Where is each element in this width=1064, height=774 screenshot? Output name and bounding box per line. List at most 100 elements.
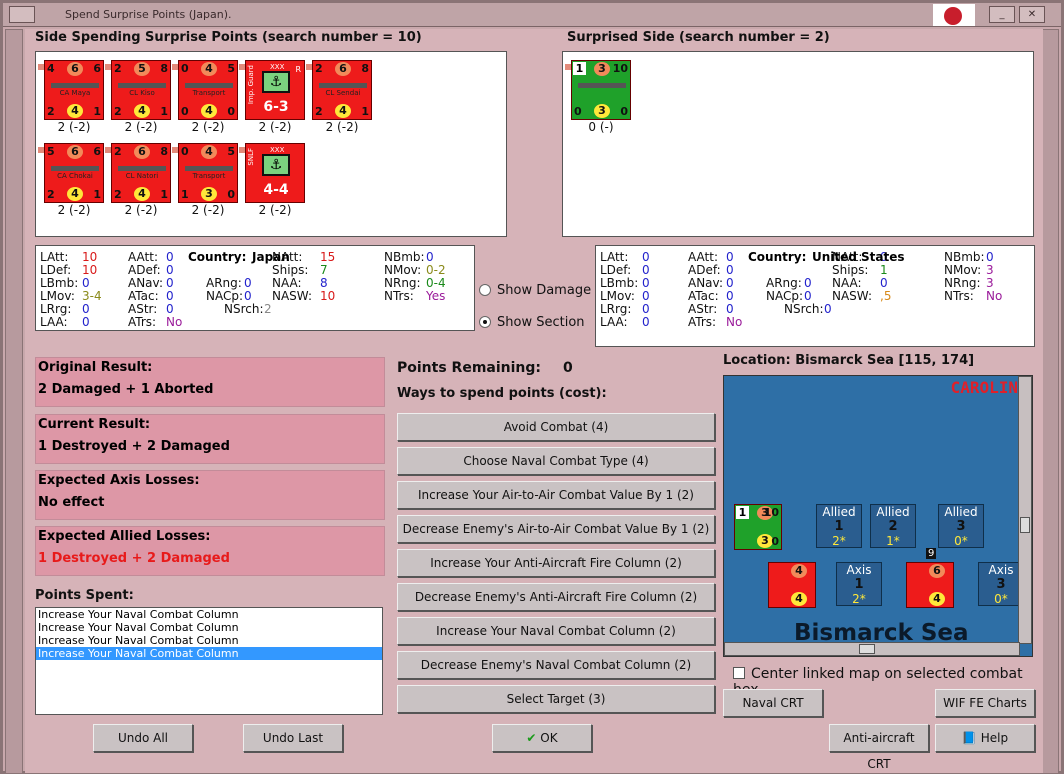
vertical-scroll-thumb[interactable]: [1020, 517, 1030, 533]
list-item[interactable]: Increase Your Naval Combat Column: [36, 621, 382, 634]
counter-value: 3: [594, 104, 610, 118]
current-result-box: Current Result: 1 Destroyed + 2 Damaged: [35, 414, 385, 464]
show-damage-radio[interactable]: Show Damage: [479, 283, 592, 298]
action-button[interactable]: Decrease Enemy's Anti-Aircraft Fire Colu…: [397, 583, 715, 611]
counter-value: 2: [114, 62, 122, 75]
unit-marker-icon: [172, 64, 178, 70]
stat-key: LDef:: [40, 263, 72, 277]
combat-box-number: 1: [834, 519, 844, 534]
book-icon: 📘: [961, 731, 977, 745]
ship-silhouette-icon: [319, 83, 367, 88]
help-button[interactable]: 📘 Help: [935, 724, 1035, 752]
unit-counter[interactable]: 0 4 5 1 3 0 Transport: [178, 143, 238, 203]
action-button[interactable]: Decrease Enemy's Naval Combat Column (2): [397, 651, 715, 679]
action-button[interactable]: Select Target (3): [397, 685, 715, 713]
stat-value: 0: [166, 250, 174, 264]
ship-silhouette-icon: [118, 83, 166, 88]
stat-value: 10: [82, 263, 98, 277]
counter-value: 1: [93, 188, 101, 201]
map-vertical-scrollbar[interactable]: [1018, 376, 1032, 644]
counter-value: 2: [47, 105, 55, 118]
stat-key: ADef:: [128, 263, 161, 277]
stat-value: 0: [824, 302, 832, 316]
combat-box[interactable]: Allied 2 1*: [870, 504, 916, 548]
radio-off-icon: [479, 284, 491, 296]
unit-counter[interactable]: Imp. Guard XXX R ⚓ 6-3: [245, 60, 305, 120]
counter-value: 6: [67, 145, 83, 159]
stat-key: ANav:: [688, 276, 724, 290]
points-spent-label: Points Spent:: [35, 588, 134, 603]
unit-name: CA Chokai: [57, 172, 93, 180]
stat-value: No: [726, 315, 743, 329]
ship-silhouette-icon: [51, 166, 99, 171]
unit-counter[interactable]: 13100301: [571, 60, 631, 120]
anti-aircraft-crt-button[interactable]: Anti-aircraft CRT: [829, 724, 929, 771]
action-button[interactable]: Avoid Combat (4): [397, 413, 715, 441]
system-menu-button[interactable]: [9, 6, 35, 23]
action-button[interactable]: Increase Your Anti-Aircraft Fire Column …: [397, 549, 715, 577]
counter-value: 2: [114, 105, 122, 118]
stat-key: NASW:: [832, 289, 873, 303]
stat-key: NSrch:: [784, 302, 824, 316]
counter-value: 6: [134, 145, 150, 159]
unit-counter[interactable]: SNLF XXX ⚓ 4-4: [245, 143, 305, 203]
minimize-button[interactable]: _: [989, 6, 1015, 23]
counter-value: 10: [612, 62, 628, 75]
counter-value: 8: [160, 145, 168, 158]
hex-map[interactable]: CAROLIN Bismarck Sea Allied 1 2* Allied 2 1* A…: [723, 375, 1033, 657]
stat-key: Ships:: [272, 263, 309, 277]
map-horizontal-scrollbar[interactable]: [724, 642, 1020, 656]
ok-button[interactable]: ✔ OK: [492, 724, 592, 752]
stat-key: NRng:: [944, 276, 981, 290]
combat-box[interactable]: Axis 1 2*: [836, 562, 882, 606]
wif-fe-charts-button[interactable]: WIF FE Charts: [935, 689, 1035, 717]
stat-value: 3-4: [82, 289, 102, 303]
marine-symbol-icon: ⚓: [262, 71, 290, 93]
unit-counter[interactable]: 4 6 6 2 4 1 CA Maya: [44, 60, 104, 120]
counter-value: 6: [93, 145, 101, 158]
action-button[interactable]: Decrease Enemy's Air-to-Air Combat Value…: [397, 515, 715, 543]
list-item[interactable]: Increase Your Naval Combat Column: [36, 634, 382, 647]
stat-value: 7: [320, 263, 328, 277]
unit-counter[interactable]: 5 6 6 2 4 1 CA Chokai: [44, 143, 104, 203]
action-button[interactable]: Increase Your Naval Combat Column (2): [397, 617, 715, 645]
counter-value: 3: [201, 187, 217, 201]
unit-counter[interactable]: 2 6 8 2 4 1 CL Sendai: [312, 60, 372, 120]
counter-value: 6: [335, 62, 351, 76]
stat-key: ARng:: [206, 276, 242, 290]
stat-key: ARng:: [766, 276, 802, 290]
unit-marker-icon: [565, 64, 571, 70]
action-button[interactable]: Choose Naval Combat Type (4): [397, 447, 715, 475]
checkmark-icon: ✔: [526, 731, 537, 745]
stat-key: NSrch:: [224, 302, 264, 316]
action-button[interactable]: Increase Your Air-to-Air Combat Value By…: [397, 481, 715, 509]
naval-crt-button[interactable]: Naval CRT: [723, 689, 823, 717]
list-item-selected[interactable]: Increase Your Naval Combat Column: [36, 647, 382, 660]
unit-surprise-tag: 2 (-2): [191, 120, 225, 134]
counter-value: 0: [227, 105, 235, 118]
close-button[interactable]: ✕: [1019, 6, 1045, 23]
unit-counter[interactable]: 2 6 8 2 4 1 CL Natori: [111, 143, 171, 203]
points-spent-list[interactable]: Increase Your Naval Combat Column Increa…: [35, 607, 383, 715]
list-item[interactable]: Increase Your Naval Combat Column: [36, 608, 382, 621]
map-stack-axis[interactable]: 64: [906, 562, 954, 608]
show-section-radio[interactable]: Show Section: [479, 315, 585, 330]
unit-counter[interactable]: 2 5 8 2 4 1 CL Kiso: [111, 60, 171, 120]
stat-key: LAtt:: [600, 250, 629, 264]
counter-value: 1: [160, 188, 168, 201]
stat-value: 0: [82, 315, 90, 329]
ship-silhouette-icon: [185, 166, 233, 171]
unit-counter[interactable]: 0 4 5 0 4 0 Transport: [178, 60, 238, 120]
stat-value: 0: [642, 276, 650, 290]
undo-all-button[interactable]: Undo All: [93, 724, 193, 752]
unit-surprise-tag: 2 (-2): [57, 203, 91, 217]
horizontal-scroll-thumb[interactable]: [859, 644, 875, 654]
ways-to-spend-label: Ways to spend points (cost):: [397, 386, 607, 401]
stat-key: NMov:: [384, 263, 422, 277]
undo-last-button[interactable]: Undo Last: [243, 724, 343, 752]
combat-box[interactable]: Allied 3 0*: [938, 504, 984, 548]
combat-box[interactable]: Allied 1 2*: [816, 504, 862, 548]
map-stack-axis[interactable]: 44: [768, 562, 816, 608]
stat-value: 3: [986, 263, 994, 277]
map-stack-allied[interactable]: 3 10 3 0 1: [734, 504, 782, 550]
